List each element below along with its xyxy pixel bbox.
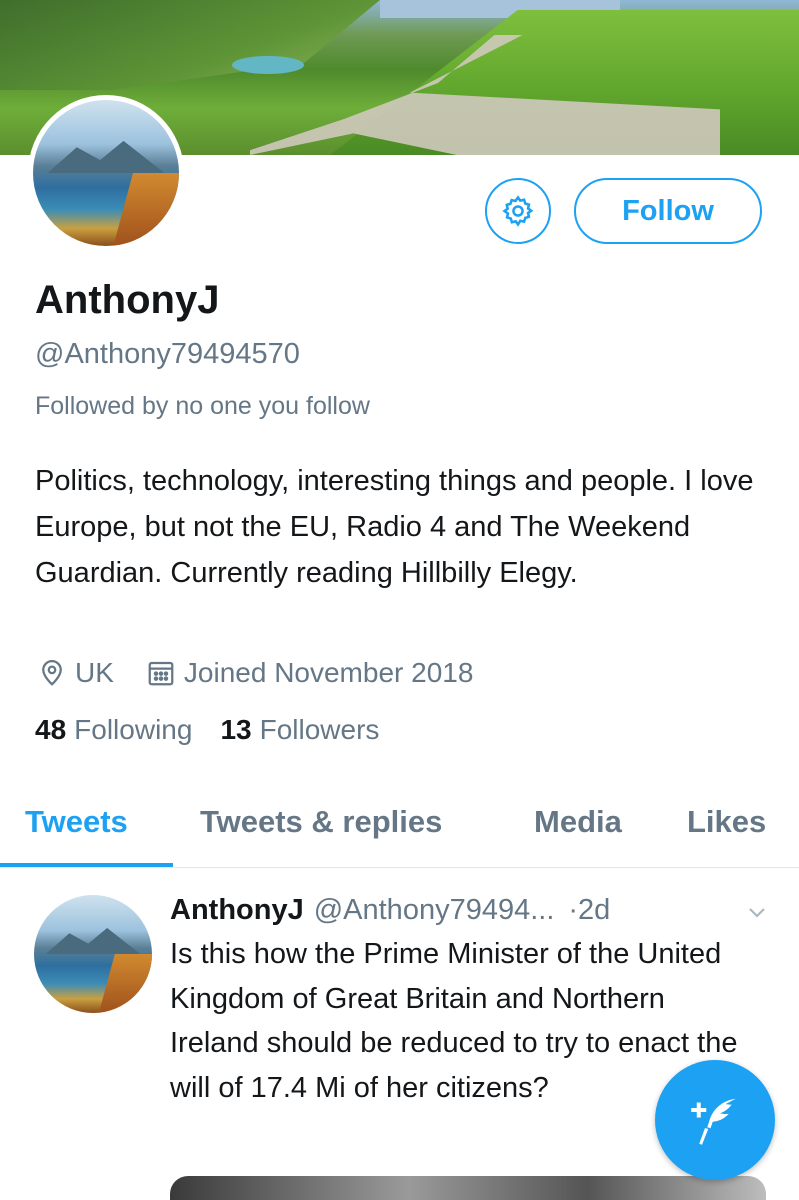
gear-icon xyxy=(502,195,534,227)
follow-button[interactable]: Follow xyxy=(574,178,762,244)
profile-location: UK xyxy=(75,657,114,688)
followers-link[interactable]: 13 Followers xyxy=(220,714,379,746)
tweet-avatar-foliage xyxy=(98,954,152,1013)
profile-counts: 48 Following 13 Followers xyxy=(35,712,379,748)
followers-count: 13 xyxy=(220,714,252,745)
banner-lake xyxy=(232,56,304,74)
profile-joined: Joined November 2018 xyxy=(183,657,474,688)
profile-avatar[interactable] xyxy=(28,95,184,251)
avatar-mountains xyxy=(47,140,165,173)
profile-meta: UK Joined November 2018 xyxy=(35,655,473,691)
active-tab-indicator xyxy=(0,863,173,867)
tweet-media-image[interactable] xyxy=(170,1176,766,1200)
tweet-author-name[interactable]: AnthonyJ xyxy=(170,894,304,927)
tab-tweets-replies[interactable]: Tweets & replies xyxy=(200,800,442,868)
followers-label: Followers xyxy=(259,714,380,745)
compose-tweet-button[interactable] xyxy=(655,1060,775,1180)
chevron-down-icon[interactable] xyxy=(745,900,769,924)
banner-mountain xyxy=(0,0,380,90)
profile-bio: Politics, technology, interesting things… xyxy=(35,465,754,589)
settings-button[interactable] xyxy=(485,178,551,244)
tweet-author-handle: @Anthony79494... xyxy=(313,893,555,926)
tweet-timestamp[interactable]: ·2d xyxy=(568,894,610,927)
following-label: Following xyxy=(74,714,193,745)
tweet-avatar-mountains xyxy=(45,928,141,954)
location-pin-icon xyxy=(35,656,69,690)
avatar-image xyxy=(33,100,179,246)
tweet-header: AnthonyJ @Anthony79494... ·2d xyxy=(170,890,610,930)
tweet-avatar[interactable] xyxy=(34,895,152,1013)
tab-media[interactable]: Media xyxy=(534,800,622,868)
avatar-foliage xyxy=(113,173,179,246)
profile-name: AnthonyJ xyxy=(35,278,220,322)
compose-feather-icon xyxy=(691,1098,737,1145)
profile-tabs: Tweets Tweets & replies Media Likes xyxy=(0,800,799,868)
tab-likes[interactable]: Likes xyxy=(687,800,766,868)
calendar-icon xyxy=(144,656,178,690)
followed-by-text: Followed by no one you follow xyxy=(35,392,370,420)
following-count: 48 xyxy=(35,714,67,745)
profile-handle: @Anthony79494570 xyxy=(35,338,300,370)
following-link[interactable]: 48 Following xyxy=(35,714,192,746)
tab-tweets[interactable]: Tweets xyxy=(25,800,128,868)
